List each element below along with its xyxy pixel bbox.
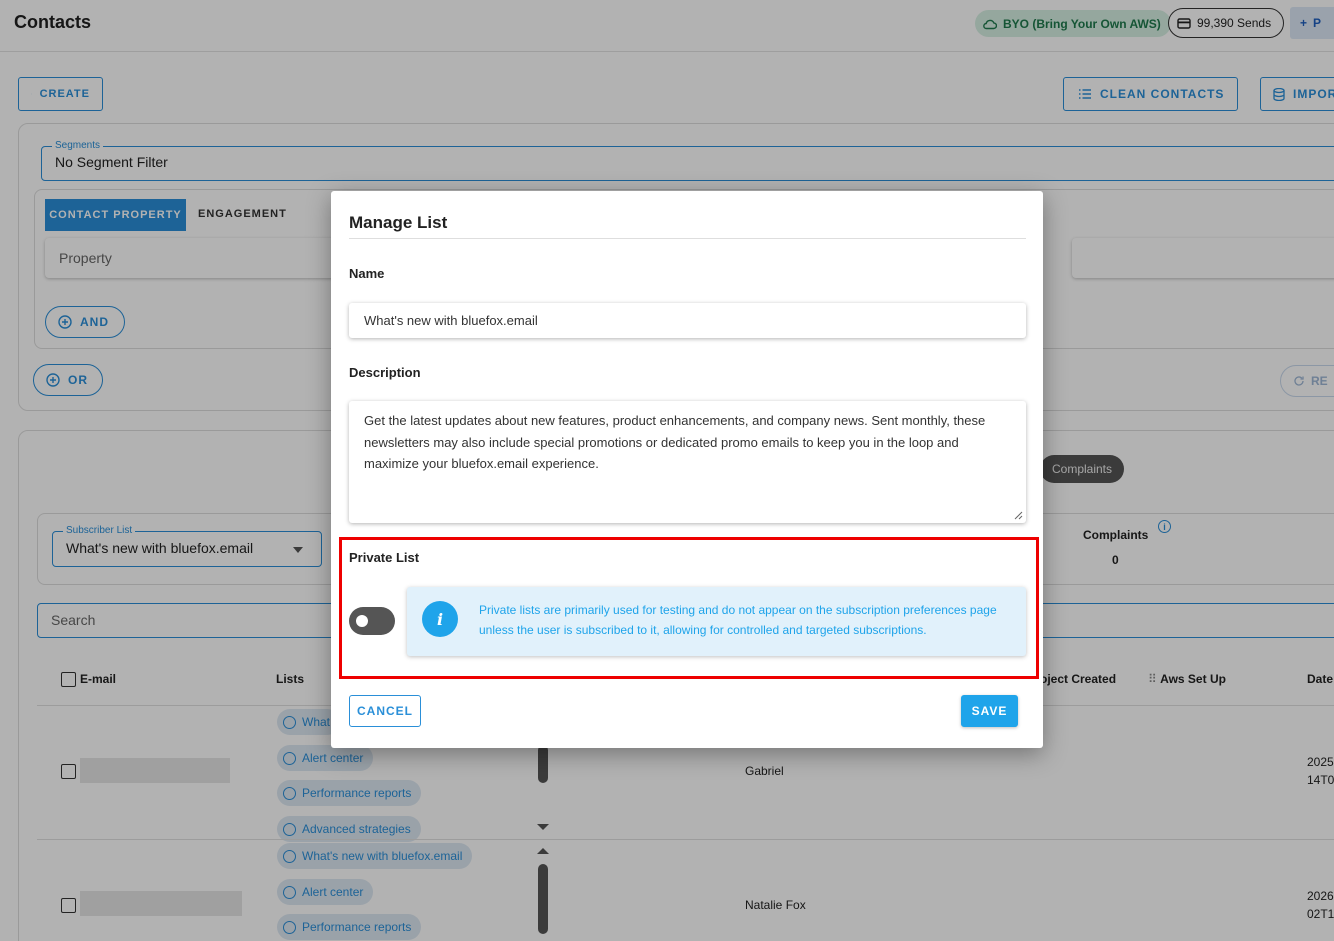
description-text: Get the latest updates about new feature… <box>364 413 986 471</box>
cancel-button[interactable]: CANCEL <box>349 695 421 727</box>
name-input[interactable]: What's new with bluefox.email <box>349 303 1026 338</box>
name-input-value: What's new with bluefox.email <box>364 313 538 328</box>
dialog-divider <box>349 238 1026 239</box>
description-label: Description <box>349 365 421 380</box>
resize-handle-icon[interactable] <box>1013 510 1023 520</box>
highlight-box <box>339 537 1039 679</box>
save-button[interactable]: SAVE <box>961 695 1018 727</box>
dialog-title: Manage List <box>349 213 448 232</box>
description-textarea[interactable]: Get the latest updates about new feature… <box>349 401 1026 523</box>
name-label: Name <box>349 266 385 281</box>
